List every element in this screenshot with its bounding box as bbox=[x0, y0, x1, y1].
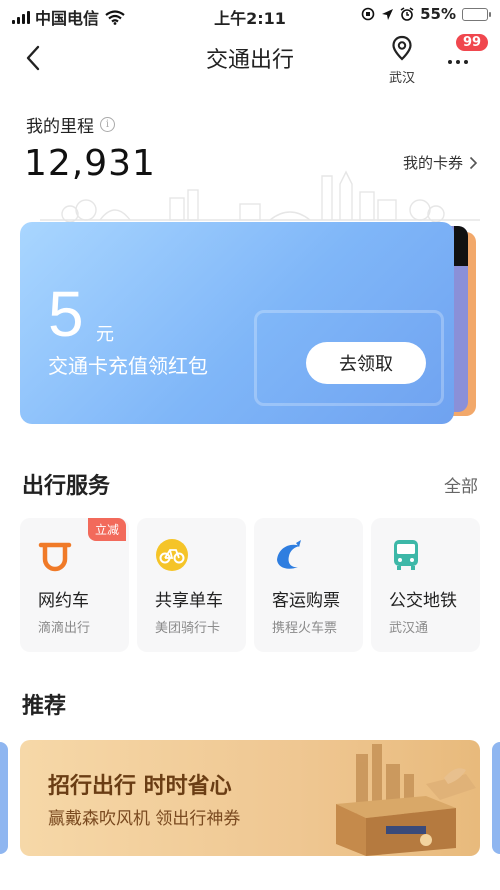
banner-unit: 元 bbox=[96, 324, 114, 345]
orientation-lock-icon bbox=[361, 7, 375, 21]
page-title: 交通出行 bbox=[205, 48, 294, 73]
location-arrow-icon bbox=[382, 8, 394, 20]
more-menu-button[interactable]: 99 bbox=[444, 34, 489, 74]
service-name: 网约车 bbox=[38, 591, 89, 611]
nav-bar: 交通出行 武汉 99 bbox=[0, 30, 500, 86]
service-name: 公交地铁 bbox=[389, 591, 457, 611]
services-title: 出行服务 bbox=[22, 474, 111, 499]
message-badge: 99 bbox=[456, 34, 489, 51]
didi-icon bbox=[38, 542, 72, 572]
promo-subtitle: 赢戴森吹风机 领出行神券 bbox=[48, 809, 241, 829]
bus-icon bbox=[394, 540, 418, 570]
recommend-title: 推荐 bbox=[22, 694, 67, 719]
service-sub: 滴滴出行 bbox=[38, 621, 91, 636]
services-all-link[interactable]: 全部 bbox=[444, 472, 478, 497]
claim-button[interactable]: 去领取 bbox=[306, 342, 426, 384]
gift-box-city-illustration bbox=[336, 744, 476, 856]
carousel-next-card[interactable] bbox=[492, 742, 500, 854]
service-ticketing[interactable]: 客运购票 携程火车票 bbox=[254, 518, 363, 652]
promo-title: 招行出行 时时省心 bbox=[48, 774, 232, 799]
services-grid: 网约车 滴滴出行 立减 共享单车 美团骑行卡 客运购票 携程火车票 公交地铁 武… bbox=[20, 518, 480, 652]
dolphin-icon bbox=[277, 540, 301, 569]
banner-description: 交通卡充值领红包 bbox=[48, 354, 208, 378]
battery-icon bbox=[462, 7, 491, 21]
service-sub: 武汉通 bbox=[389, 621, 429, 636]
service-bus-metro[interactable]: 公交地铁 武汉通 bbox=[371, 518, 480, 652]
city-label: 武汉 bbox=[388, 71, 415, 86]
banner-amount: 5 bbox=[48, 278, 84, 350]
status-bar: 中国电信 上午2:11 55% bbox=[0, 0, 500, 30]
bike-icon bbox=[156, 539, 188, 571]
service-sub: 携程火车票 bbox=[272, 621, 338, 636]
service-sub: 美团骑行卡 bbox=[155, 621, 221, 636]
service-name: 客运购票 bbox=[272, 591, 340, 611]
alarm-icon bbox=[400, 7, 414, 21]
city-skyline-illustration bbox=[40, 170, 480, 223]
mileage-label-text: 我的里程 bbox=[26, 117, 94, 137]
more-dots-icon bbox=[448, 60, 468, 64]
carousel-prev-card[interactable] bbox=[0, 742, 8, 854]
map-pin-icon bbox=[392, 35, 412, 61]
promo-banner[interactable]: 招行出行 时时省心 赢戴森吹风机 领出行神券 bbox=[20, 740, 480, 856]
discount-tag: 立减 bbox=[88, 518, 127, 541]
transit-card-banner[interactable]: 5 元 交通卡充值领红包 去领取 bbox=[20, 222, 454, 424]
info-icon[interactable]: i bbox=[100, 117, 115, 132]
mileage-label: 我的里程 i bbox=[26, 112, 115, 137]
service-ride-hailing[interactable]: 网约车 滴滴出行 立减 bbox=[20, 518, 129, 652]
city-selector[interactable]: 武汉 bbox=[384, 35, 420, 86]
status-right: 55% bbox=[361, 5, 491, 23]
service-name: 共享单车 bbox=[155, 591, 223, 611]
chevron-right-icon bbox=[469, 156, 478, 169]
service-shared-bike[interactable]: 共享单车 美团骑行卡 bbox=[137, 518, 246, 652]
battery-percent: 55% bbox=[420, 5, 456, 23]
